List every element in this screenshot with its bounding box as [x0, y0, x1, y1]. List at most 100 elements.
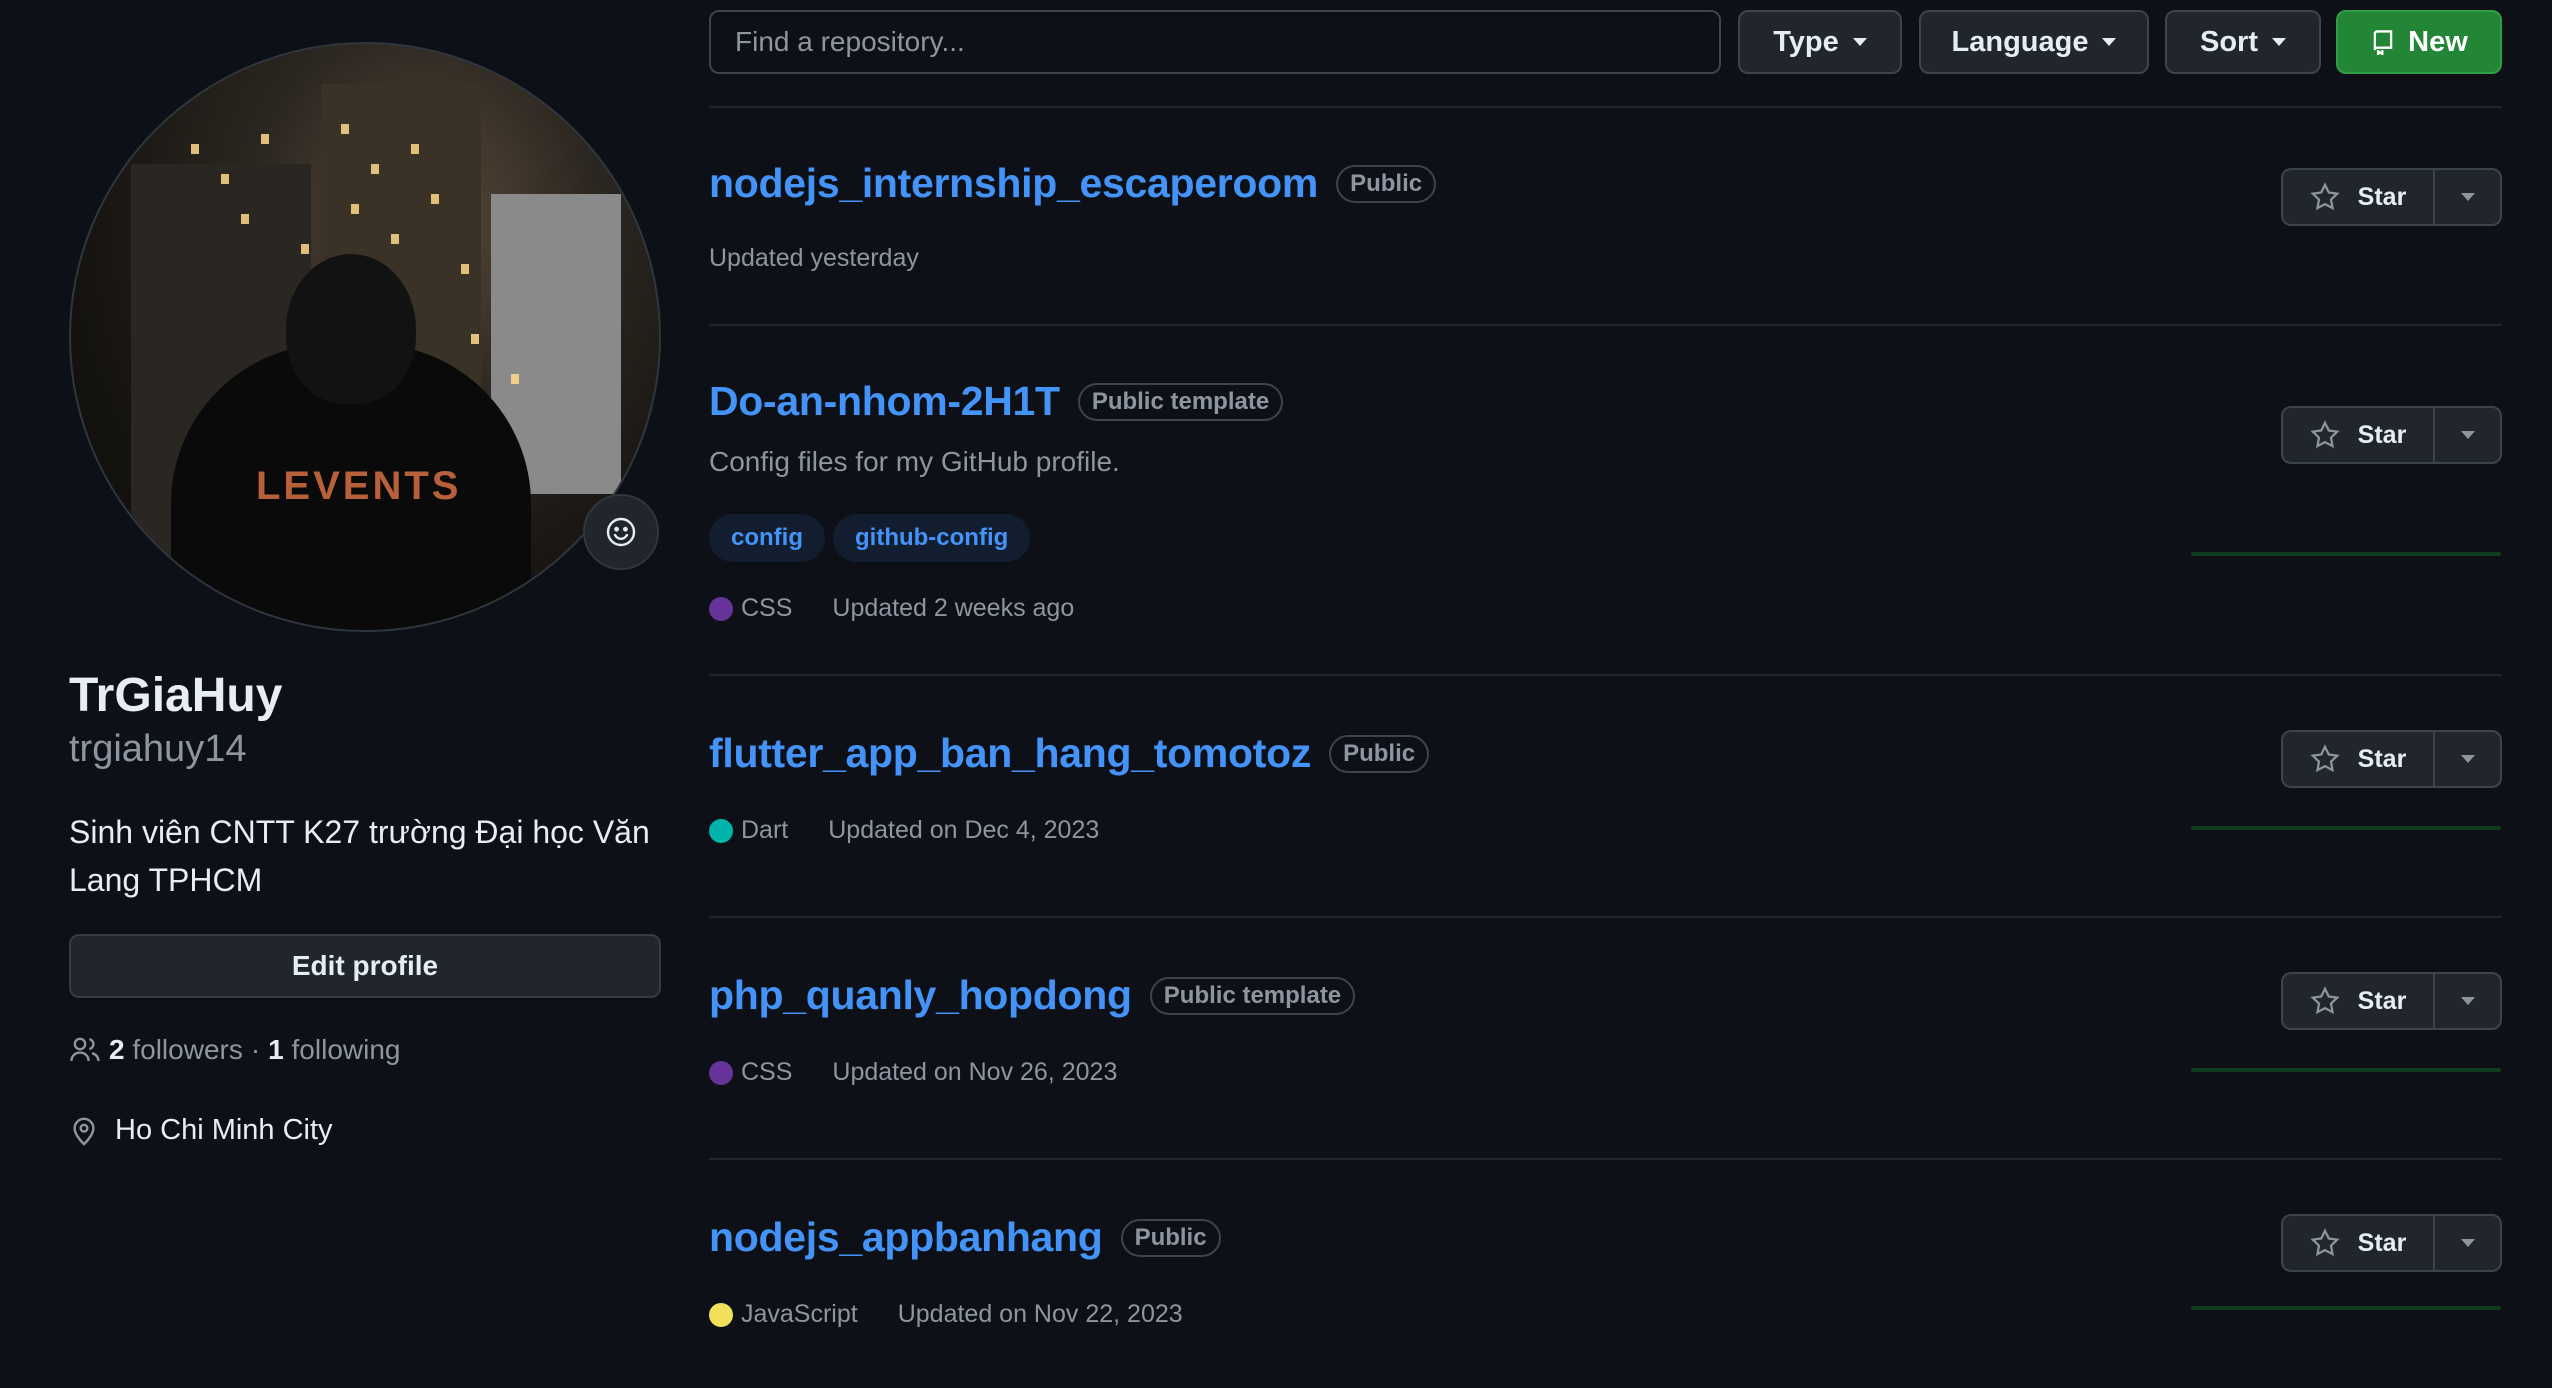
profile-username: trgiahuy14	[69, 728, 247, 770]
chevron-down-icon	[2460, 997, 2475, 1005]
activity-sparkline	[2191, 1306, 2501, 1310]
repo-language: CSS	[741, 1058, 793, 1086]
repo-language: CSS	[741, 594, 793, 622]
following-count: 1	[268, 1034, 284, 1065]
repo-title-row: flutter_app_ban_hang_tomotoz Public	[709, 730, 1430, 777]
follow-stats: 2 followers · 1 following	[69, 1034, 400, 1066]
followers-label: followers	[132, 1034, 243, 1065]
sort-button[interactable]: Sort	[2165, 10, 2321, 74]
star-button-group: Star	[2281, 972, 2502, 1030]
new-repo-label: New	[2408, 25, 2468, 58]
visibility-badge: Public template	[1149, 976, 1356, 1015]
topic-tag[interactable]: config	[709, 514, 825, 562]
set-status-button[interactable]	[583, 494, 659, 570]
star-list-dropdown[interactable]	[2435, 408, 2500, 462]
language-filter-button[interactable]: Language	[1919, 10, 2149, 74]
repo-updated: Updated yesterday	[709, 244, 919, 272]
star-label: Star	[2357, 744, 2407, 773]
divider	[709, 916, 2502, 918]
sort-label: Sort	[2200, 25, 2258, 58]
repo-updated: Updated on Dec 4, 2023	[828, 816, 1100, 844]
repo-name-link[interactable]: php_quanly_hopdong	[709, 972, 1132, 1019]
star-button-group: Star	[2281, 1214, 2502, 1272]
star-list-dropdown[interactable]	[2435, 170, 2500, 224]
chevron-down-icon	[2460, 193, 2475, 201]
star-button-group: Star	[2281, 730, 2502, 788]
star-label: Star	[2357, 986, 2407, 1015]
follow-separator: ·	[250, 1034, 261, 1065]
language-color-dot	[709, 1060, 733, 1085]
visibility-badge: Public template	[1077, 382, 1284, 421]
star-button-group: Star	[2281, 406, 2502, 464]
chevron-down-icon	[2460, 431, 2475, 439]
star-list-dropdown[interactable]	[2435, 732, 2500, 786]
edit-profile-button[interactable]: Edit profile	[69, 934, 661, 998]
star-button[interactable]: Star	[2283, 974, 2435, 1028]
divider	[709, 324, 2502, 326]
star-icon	[2310, 1228, 2340, 1257]
star-icon	[2310, 744, 2340, 773]
visibility-badge: Public	[1329, 734, 1430, 773]
star-label: Star	[2357, 420, 2407, 449]
repo-updated: Updated on Nov 26, 2023	[832, 1058, 1118, 1086]
profile-location: Ho Chi Minh City	[69, 1114, 333, 1147]
repo-search-input[interactable]	[709, 10, 1721, 74]
repo-title-row: Do-an-nhom-2H1T Public template	[709, 378, 1284, 425]
repo-topics: config github-config	[709, 514, 1031, 562]
repo-meta: Dart Updated on Dec 4, 2023	[709, 816, 1099, 845]
avatar-head	[286, 254, 416, 404]
star-icon	[2310, 182, 2340, 211]
repo-name-link[interactable]: flutter_app_ban_hang_tomotoz	[709, 730, 1311, 777]
star-button-group: Star	[2281, 168, 2502, 226]
repo-meta: CSS Updated on Nov 26, 2023	[709, 1058, 1117, 1087]
chevron-down-icon	[2460, 755, 2475, 763]
language-color-dot	[709, 818, 733, 843]
activity-sparkline	[2191, 552, 2501, 556]
repo-name-link[interactable]: nodejs_appbanhang	[709, 1214, 1103, 1261]
type-filter-button[interactable]: Type	[1738, 10, 1902, 74]
new-repo-button[interactable]: New	[2336, 10, 2502, 74]
divider	[709, 106, 2502, 108]
star-icon	[2310, 420, 2340, 449]
repo-updated: Updated 2 weeks ago	[832, 594, 1075, 622]
repo-description: Config files for my GitHub profile.	[709, 446, 1120, 477]
activity-sparkline	[2191, 1068, 2501, 1072]
star-button[interactable]: Star	[2283, 170, 2435, 224]
location-text: Ho Chi Minh City	[115, 1114, 333, 1146]
language-color-dot	[709, 596, 733, 621]
smiley-icon	[606, 517, 636, 547]
repo-title-row: nodejs_internship_escaperoom Public	[709, 160, 1437, 207]
profile-full-name: TrGiaHuy	[69, 669, 283, 722]
activity-sparkline	[2191, 826, 2501, 830]
repo-language: Dart	[741, 816, 789, 844]
topic-tag[interactable]: github-config	[833, 514, 1031, 562]
chevron-down-icon	[1852, 38, 1867, 46]
type-filter-label: Type	[1773, 25, 1839, 58]
repo-updated: Updated on Nov 22, 2023	[897, 1300, 1183, 1328]
star-button[interactable]: Star	[2283, 408, 2435, 462]
visibility-badge: Public	[1336, 164, 1437, 203]
repo-title-row: php_quanly_hopdong Public template	[709, 972, 1356, 1019]
divider	[709, 1158, 2502, 1160]
star-list-dropdown[interactable]	[2435, 1216, 2500, 1270]
repo-language: JavaScript	[741, 1300, 858, 1328]
followers-count: 2	[109, 1034, 125, 1065]
star-icon	[2310, 986, 2340, 1015]
repo-name-link[interactable]: Do-an-nhom-2H1T	[709, 378, 1060, 425]
visibility-badge: Public	[1120, 1218, 1221, 1257]
following-link[interactable]: 1 following	[268, 1034, 400, 1066]
language-color-dot	[709, 1302, 733, 1327]
avatar[interactable]: LEVENTS	[69, 42, 661, 632]
star-list-dropdown[interactable]	[2435, 974, 2500, 1028]
star-button[interactable]: Star	[2283, 732, 2435, 786]
star-button[interactable]: Star	[2283, 1216, 2435, 1270]
repo-toolbar: Type Language Sort New	[709, 10, 2502, 74]
language-filter-label: Language	[1951, 25, 2089, 58]
repo-name-link[interactable]: nodejs_internship_escaperoom	[709, 160, 1318, 207]
repo-meta: CSS Updated 2 weeks ago	[709, 594, 1074, 623]
repo-meta: JavaScript Updated on Nov 22, 2023	[709, 1300, 1183, 1329]
profile-bio: Sinh viên CNTT K27 trường Đại học Văn La…	[69, 814, 650, 898]
followers-link[interactable]: 2 followers	[109, 1034, 243, 1066]
location-pin-icon	[73, 1117, 95, 1146]
chevron-down-icon	[2272, 38, 2286, 46]
